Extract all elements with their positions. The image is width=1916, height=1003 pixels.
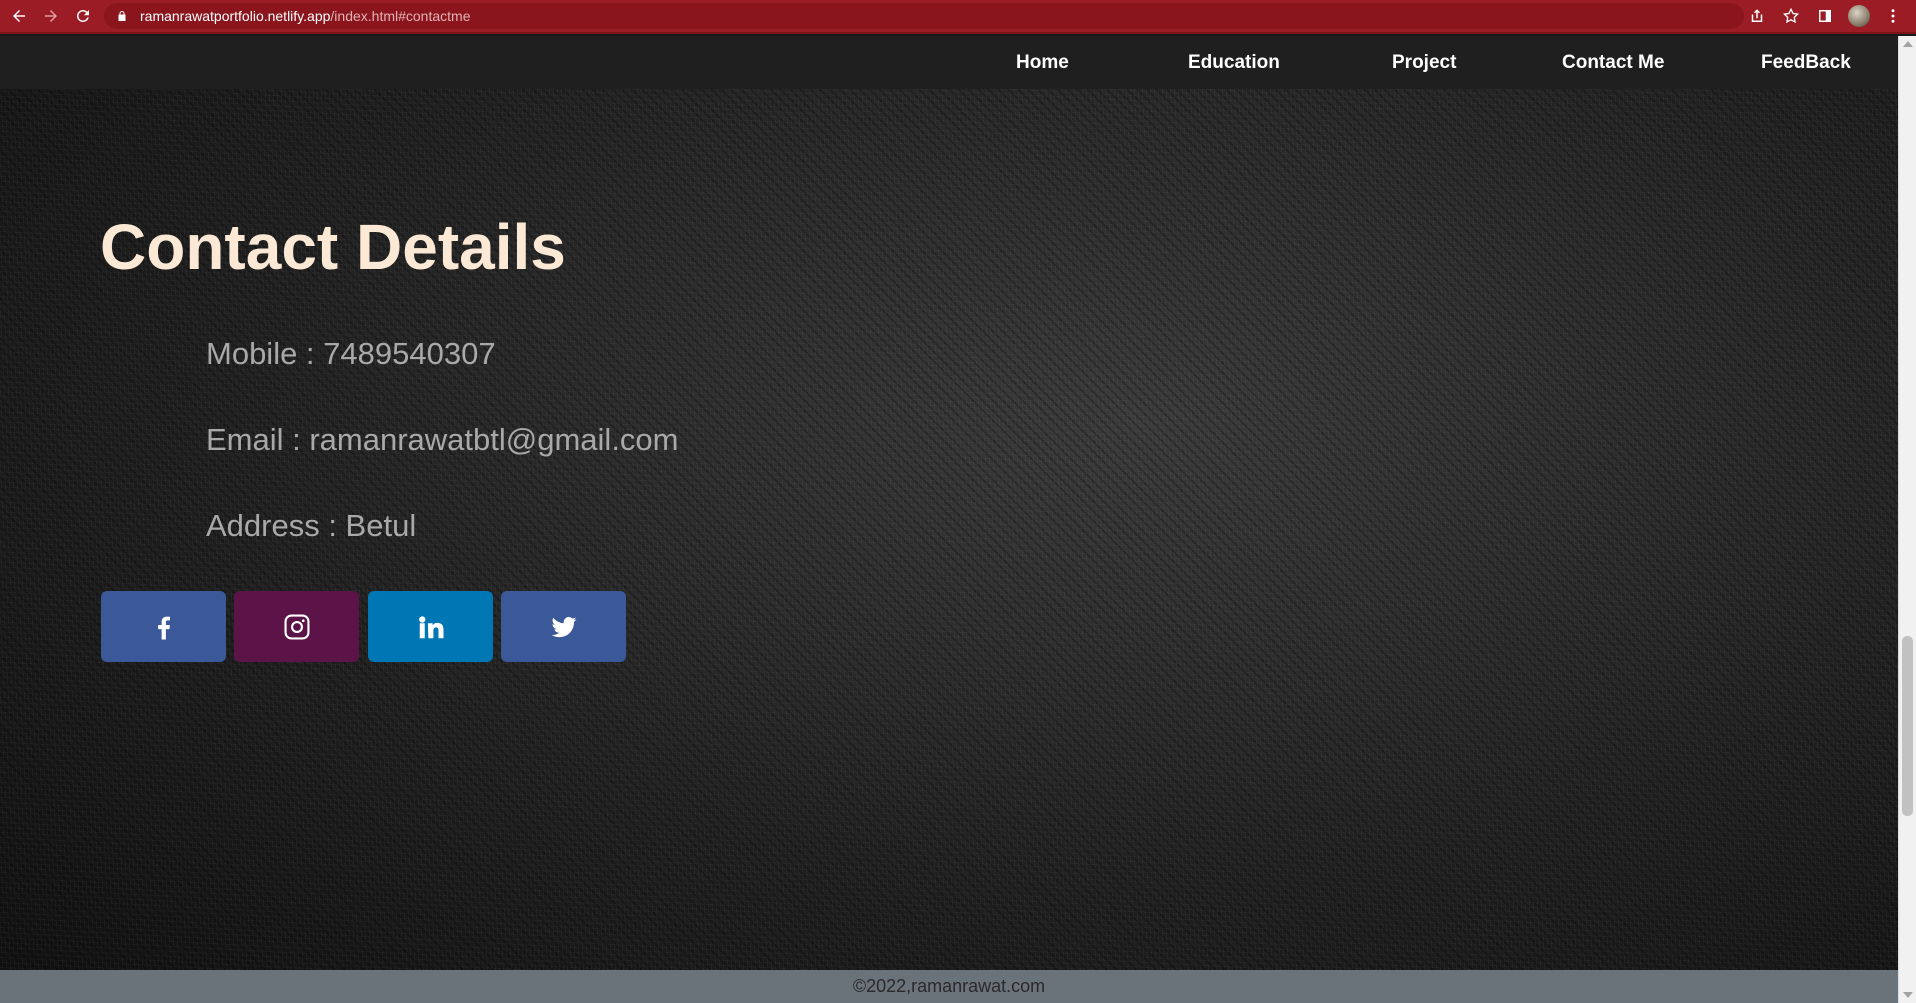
scroll-up-arrow[interactable] (1903, 41, 1913, 47)
profile-button[interactable] (1844, 1, 1874, 31)
scrollbar-thumb[interactable] (1902, 636, 1913, 816)
browser-menu-button[interactable] (1878, 1, 1908, 31)
bookmark-star-button[interactable] (1776, 1, 1806, 31)
scroll-down-arrow[interactable] (1903, 992, 1913, 998)
side-panel-button[interactable] (1810, 1, 1840, 31)
back-icon (13, 10, 25, 22)
contact-heading: Contact Details (100, 211, 566, 283)
nav-home[interactable]: Home (1016, 36, 1069, 89)
side-panel-icon (1819, 10, 1831, 22)
back-button[interactable] (6, 3, 32, 29)
share-icon (1751, 9, 1763, 22)
reload-button[interactable] (70, 3, 96, 29)
site-footer: ©2022,ramanrawat.com (0, 970, 1898, 1003)
page-content: Home Education Project Contact Me FeedBa… (0, 36, 1898, 1003)
nav-contact-me[interactable]: Contact Me (1562, 36, 1664, 89)
footer-copyright: ©2022,ramanrawat.com (852, 976, 1046, 996)
browser-actions (1738, 0, 1908, 32)
address-bar[interactable]: ramanrawatportfolio.netlify.app/index.ht… (104, 3, 1744, 29)
nav-feedback[interactable]: FeedBack (1761, 36, 1851, 89)
share-button[interactable] (1742, 1, 1772, 31)
lock-icon (118, 11, 126, 21)
reload-icon (76, 9, 89, 22)
instagram-button[interactable] (234, 591, 359, 662)
menu-icon (1891, 9, 1895, 23)
facebook-icon (157, 616, 170, 639)
nav-education[interactable]: Education (1188, 36, 1280, 89)
contact-mobile: Mobile : 7489540307 (206, 336, 496, 371)
contact-address: Address : Betul (206, 508, 417, 543)
browser-toolbar: ramanrawatportfolio.netlify.app/index.ht… (0, 0, 1916, 34)
twitter-button[interactable] (501, 591, 626, 662)
instagram-icon (284, 614, 309, 639)
linkedin-button[interactable] (368, 591, 493, 662)
forward-icon (45, 10, 57, 22)
page-scrollbar[interactable] (1898, 36, 1916, 1003)
nav-project[interactable]: Project (1392, 36, 1456, 89)
site-navbar: Home Education Project Contact Me FeedBa… (0, 36, 1898, 89)
star-icon (1782, 7, 1800, 24)
facebook-button[interactable] (101, 591, 226, 662)
profile-avatar (1848, 5, 1870, 27)
forward-button[interactable] (38, 3, 64, 29)
url-host: ramanrawatportfolio.netlify.app (140, 8, 331, 24)
twitter-icon (551, 616, 576, 637)
contact-email: Email : ramanrawatbtl@gmail.com (206, 422, 679, 457)
url-path: /index.html#contactme (330, 8, 471, 24)
linkedin-icon (418, 615, 443, 638)
